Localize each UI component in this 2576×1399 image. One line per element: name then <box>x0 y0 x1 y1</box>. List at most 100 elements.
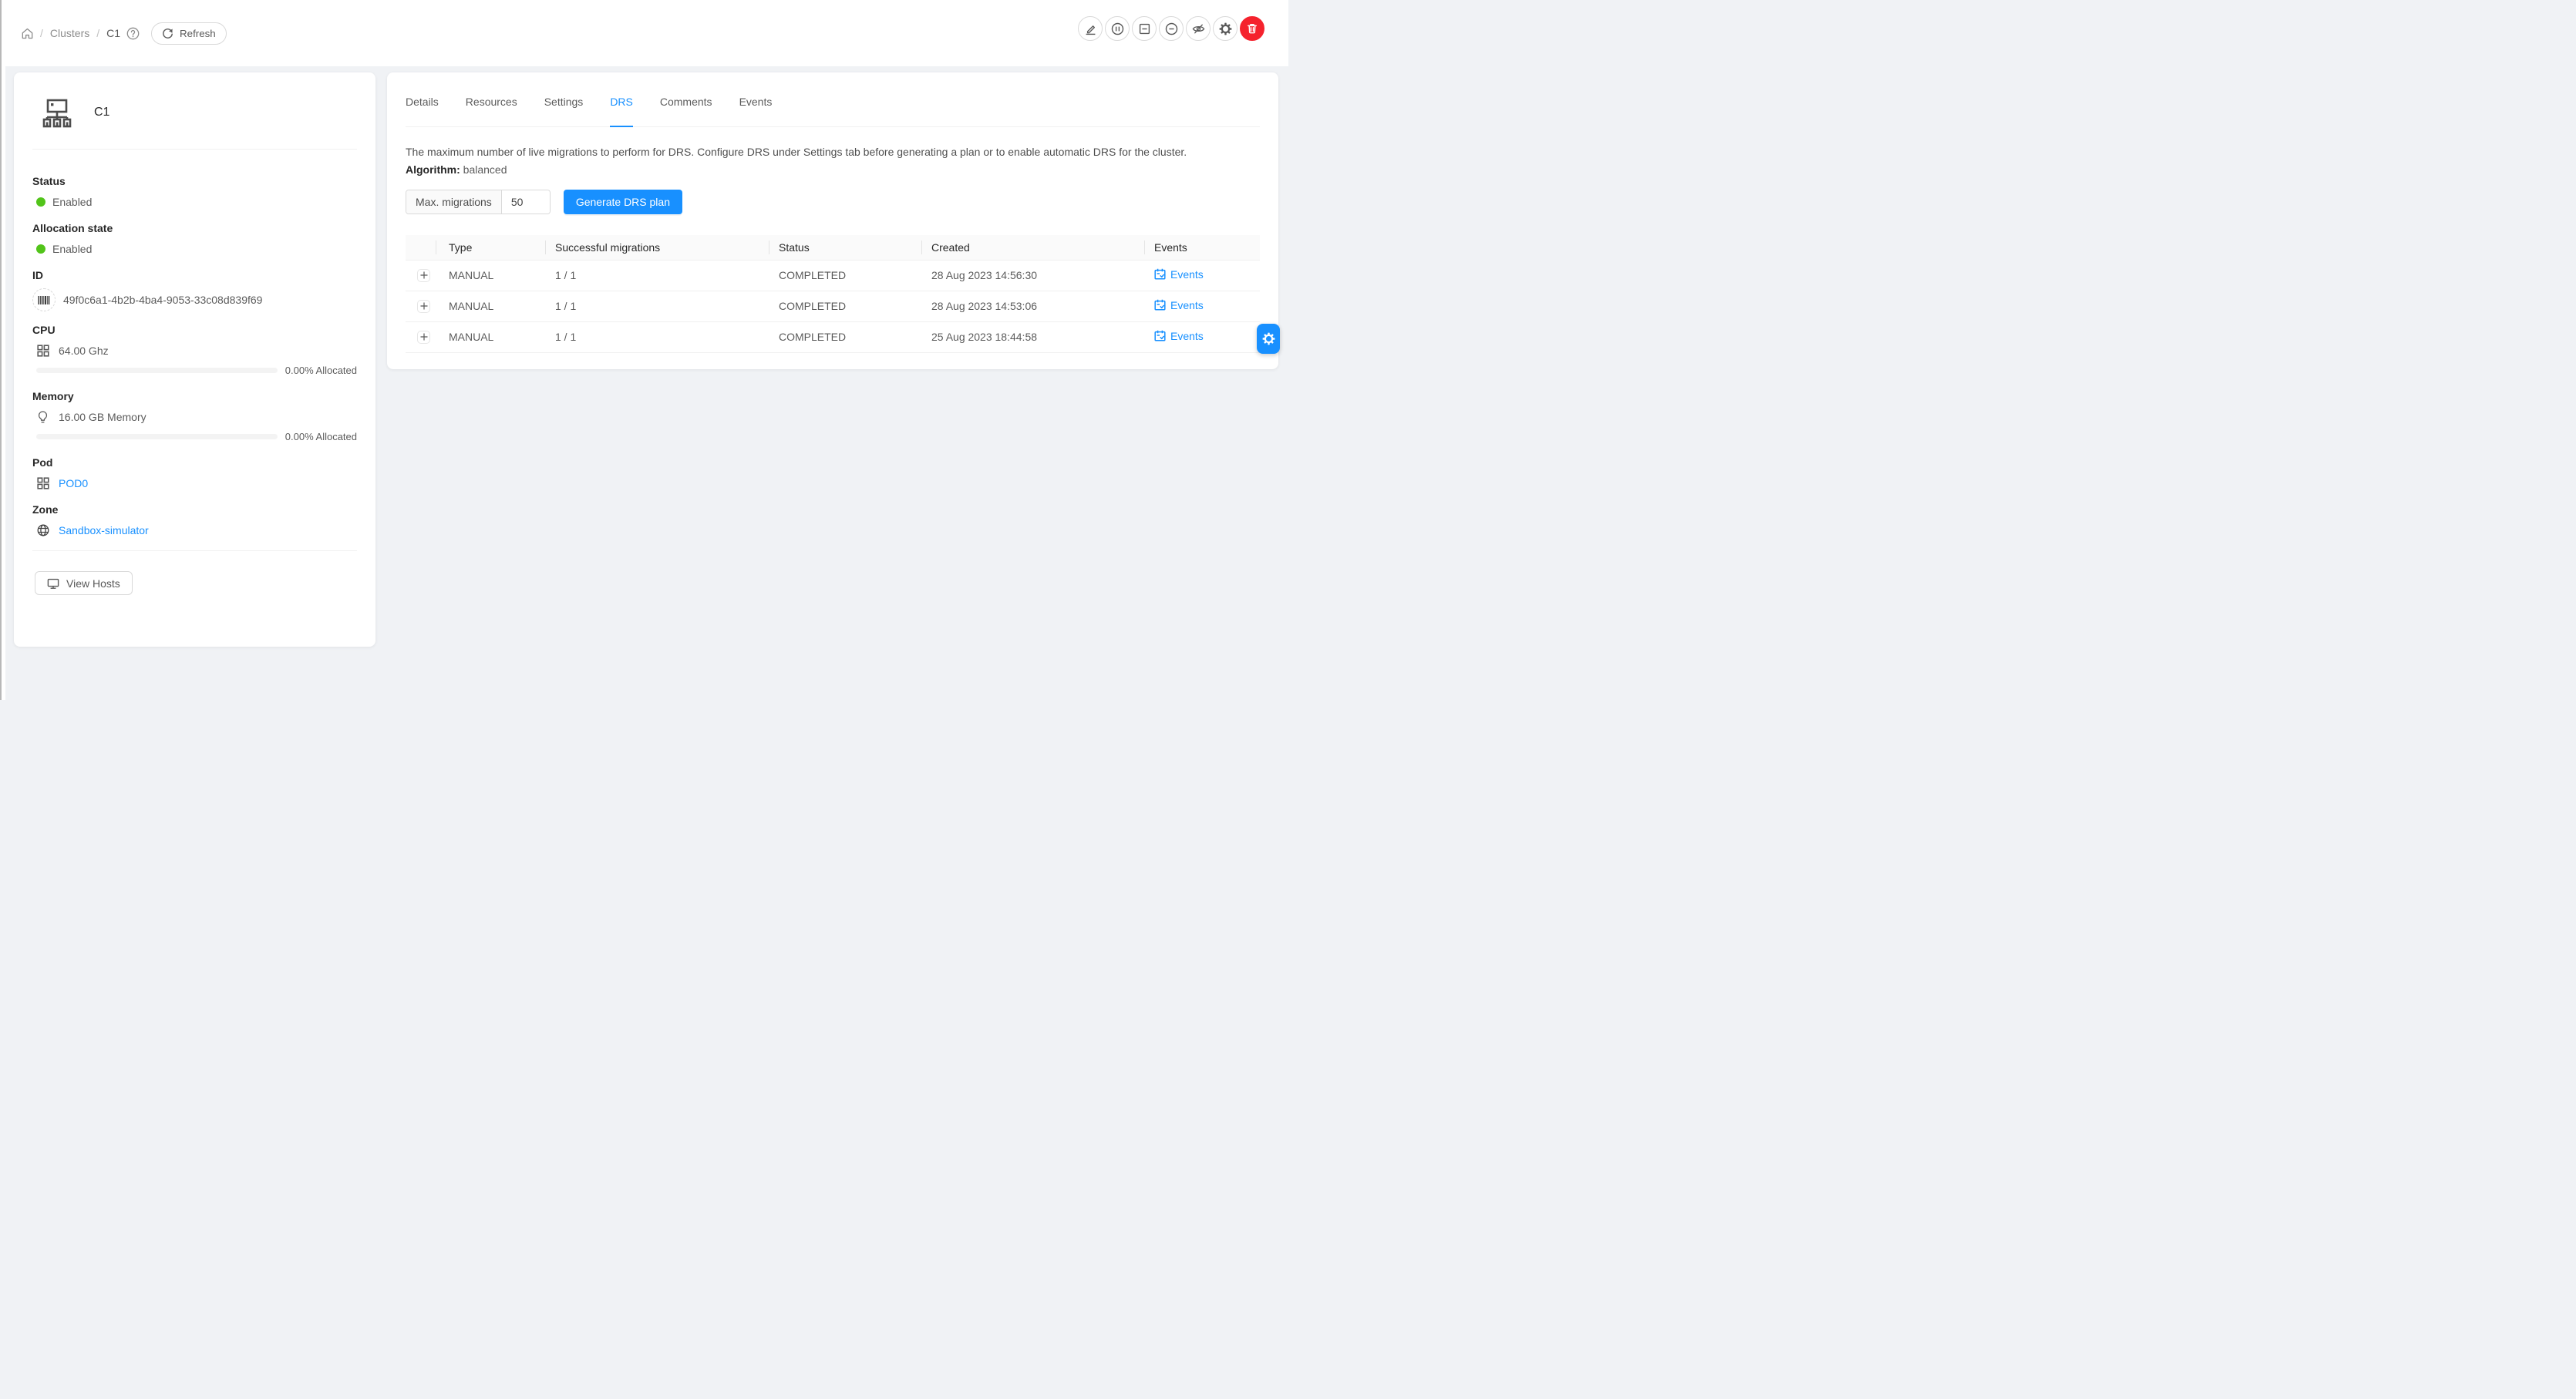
tab-comments[interactable]: Comments <box>660 92 712 127</box>
events-link-label: Events <box>1170 299 1204 311</box>
unmanage-button[interactable] <box>1132 16 1157 41</box>
pod-section: Pod POD0 <box>32 456 357 491</box>
schedule-icon <box>1154 268 1166 280</box>
tab-details[interactable]: Details <box>406 92 439 127</box>
tab-drs[interactable]: DRS <box>610 92 633 127</box>
drs-controls: Max. migrations Generate DRS plan <box>406 190 1260 214</box>
column-header-created: Created <box>922 235 1145 260</box>
disable-button[interactable] <box>1159 16 1184 41</box>
divider <box>32 149 357 150</box>
id-value: 49f0c6a1-4b2b-4ba4-9053-33c08d839f69 <box>63 294 262 306</box>
drs-algorithm: Algorithm: balanced <box>406 162 1260 178</box>
max-migrations-input[interactable] <box>502 190 550 214</box>
memory-progress: 0.00% Allocated <box>32 431 357 442</box>
events-link[interactable]: Events <box>1154 330 1204 342</box>
events-link-label: Events <box>1170 330 1204 342</box>
pause-button[interactable] <box>1105 16 1130 41</box>
barcode-icon <box>38 295 50 305</box>
status-dot <box>36 197 45 207</box>
settings-button[interactable] <box>1213 16 1237 41</box>
status-label: Status <box>32 175 357 187</box>
edit-button[interactable] <box>1078 16 1103 41</box>
expand-row-button[interactable] <box>417 300 430 313</box>
grid-icon <box>36 477 49 489</box>
generate-drs-plan-button[interactable]: Generate DRS plan <box>564 190 682 214</box>
allocation-value: Enabled <box>52 243 92 255</box>
memory-value: 16.00 GB Memory <box>59 411 146 423</box>
tabbar: Details Resources Settings DRS Comments … <box>406 92 1260 127</box>
floating-settings-button[interactable] <box>1257 324 1280 354</box>
cell-status: COMPLETED <box>769 321 922 352</box>
eye-invisible-icon <box>1192 22 1205 35</box>
events-link[interactable]: Events <box>1154 268 1204 281</box>
bulb-icon <box>36 411 49 423</box>
gear-icon <box>1219 22 1232 35</box>
cell-migrations: 1 / 1 <box>546 291 769 321</box>
pause-circle-icon <box>1111 22 1124 35</box>
events-link-label: Events <box>1170 268 1204 281</box>
max-migrations-label: Max. migrations <box>406 190 502 214</box>
cpu-section: CPU 64.00 Ghz 0.00% Allocated <box>32 324 357 376</box>
cell-created: 28 Aug 2023 14:53:06 <box>922 291 1145 321</box>
minus-circle-icon <box>1165 22 1178 35</box>
pencil-icon <box>1084 22 1097 35</box>
id-label: ID <box>32 269 357 281</box>
trash-icon <box>1246 22 1258 35</box>
cell-created: 25 Aug 2023 18:44:58 <box>922 321 1145 352</box>
expand-row-button[interactable] <box>417 269 430 282</box>
delete-button[interactable] <box>1240 16 1264 41</box>
cluster-icon <box>42 97 72 128</box>
breadcrumb: / Clusters / C1 Refresh <box>22 22 227 45</box>
question-circle-icon[interactable] <box>126 27 140 40</box>
breadcrumb-separator: / <box>40 27 43 39</box>
drs-plans-table: Type Successful migrations Status Create… <box>406 235 1260 353</box>
copy-id-button[interactable] <box>32 288 56 311</box>
cell-status: COMPLETED <box>769 291 922 321</box>
schedule-icon <box>1154 299 1166 311</box>
cell-migrations: 1 / 1 <box>546 260 769 291</box>
allocation-label: Allocation state <box>32 222 357 234</box>
view-hosts-button[interactable]: View Hosts <box>35 571 133 595</box>
cpu-label: CPU <box>32 324 357 336</box>
expand-column-header <box>406 235 436 260</box>
column-header-events: Events <box>1145 235 1260 260</box>
cell-created: 28 Aug 2023 14:56:30 <box>922 260 1145 291</box>
home-icon[interactable] <box>22 28 33 39</box>
tab-resources[interactable]: Resources <box>466 92 517 127</box>
resource-header: C1 <box>42 97 357 128</box>
drs-description: The maximum number of live migrations to… <box>406 144 1260 160</box>
minus-square-icon <box>1138 22 1151 35</box>
refresh-button[interactable]: Refresh <box>151 22 227 45</box>
cpu-progress-track <box>36 368 278 373</box>
memory-section: Memory 16.00 GB Memory 0.00% Allocated <box>32 390 357 442</box>
tab-events[interactable]: Events <box>739 92 773 127</box>
zone-link[interactable]: Sandbox-simulator <box>59 524 149 536</box>
hide-button[interactable] <box>1186 16 1211 41</box>
events-link[interactable]: Events <box>1154 299 1204 311</box>
id-section: ID <box>32 269 357 311</box>
reload-icon <box>162 28 173 39</box>
expand-row-button[interactable] <box>417 331 430 344</box>
header-actions <box>1078 16 1264 41</box>
pod-link[interactable]: POD0 <box>59 477 88 489</box>
zone-label: Zone <box>32 503 357 516</box>
view-hosts-label: View Hosts <box>66 577 120 590</box>
tab-settings[interactable]: Settings <box>544 92 584 127</box>
zone-section: Zone Sandbox-simulator <box>32 503 357 538</box>
column-header-status: Status <box>769 235 922 260</box>
breadcrumb-item-clusters[interactable]: Clusters <box>50 27 89 39</box>
divider <box>32 550 357 551</box>
algorithm-label: Algorithm: <box>406 163 460 176</box>
column-header-migrations: Successful migrations <box>546 235 769 260</box>
cluster-info-card: C1 Status Enabled Allocation state Enabl… <box>14 72 375 647</box>
cell-migrations: 1 / 1 <box>546 321 769 352</box>
memory-allocated-text: 0.00% Allocated <box>285 431 357 442</box>
allocation-section: Allocation state Enabled <box>32 222 357 257</box>
table-header-row: Type Successful migrations Status Create… <box>406 235 1260 260</box>
allocation-dot <box>36 244 45 254</box>
table-row: MANUAL 1 / 1 COMPLETED 28 Aug 2023 14:53… <box>406 291 1260 321</box>
memory-progress-track <box>36 434 278 439</box>
memory-label: Memory <box>32 390 357 402</box>
cpu-value: 64.00 Ghz <box>59 345 109 357</box>
algorithm-value: balanced <box>460 163 507 176</box>
